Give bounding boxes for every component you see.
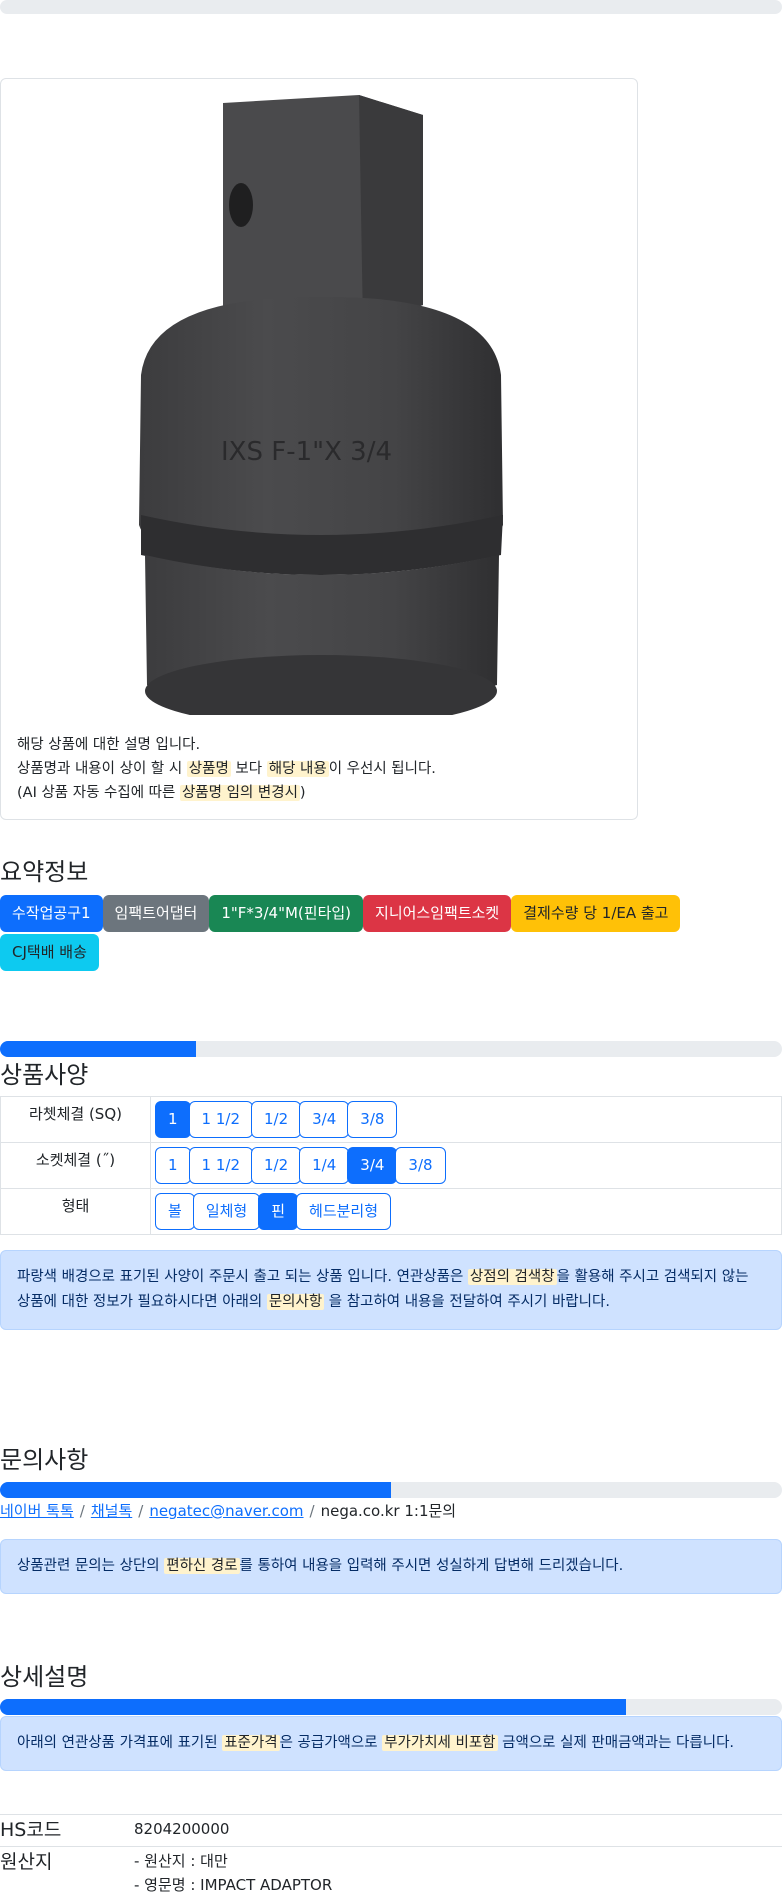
hs-code-value: 8204200000 <box>134 1820 230 1838</box>
spec-option-button[interactable]: 일체형 <box>192 1193 261 1230</box>
highlight-product-name: 상품명 <box>186 761 231 777</box>
detail-note: 아래의 연관상품 가격표에 표기된 표준가격 은 공급가액으로 부가가치세 비포함… <box>0 1716 782 1771</box>
detail-progress <box>0 1699 782 1715</box>
inquiry-progress <box>0 1482 782 1498</box>
product-card: IXS F-1"X 3/4 해당 상품에 대한 설명 입니다. 상품명과 내용이… <box>0 78 638 820</box>
spec-option-button[interactable]: 3/4 <box>347 1147 398 1184</box>
top-progress-bar <box>0 0 782 14</box>
spec-title: 상품사양 <box>0 1061 89 1089</box>
spec-row: 소켓체결 (˝) 11 1/2 1/2 1/4 3/4 3/8 <box>0 1142 782 1189</box>
highlight-inquiry: 문의사항 <box>266 1294 325 1310</box>
desc-line-1: 해당 상품에 대한 설명 입니다. <box>17 737 201 753</box>
spec-progress <box>0 1041 782 1057</box>
spec-option-button[interactable]: 3/8 <box>395 1147 446 1184</box>
spec-option-button[interactable]: 1/4 <box>299 1147 350 1184</box>
site-inquiry-text: nega.co.kr 1:1문의 <box>320 1502 457 1520</box>
spec-option-button[interactable]: 헤드분리형 <box>296 1193 392 1230</box>
spec-table: 라쳇체결 (SQ) 11 1/2 1/2 3/4 3/8 소켓체결 (˝) 11 1/… <box>0 1096 782 1235</box>
desc-line-3: (AI 상품 자동 수집에 따른 상품명 임의 변경시) <box>17 785 306 801</box>
origin-value: - 원산지 : 대만 - 영문명 : IMPACT ADAPTOR <box>134 1852 333 1894</box>
email-link[interactable]: negatec@naver.com <box>149 1502 303 1520</box>
highlight-vat: 부가가치세 비포함 <box>382 1735 498 1751</box>
badge-brand: 지니어스임팩트소켓 <box>363 895 512 932</box>
spec-option-button[interactable]: 1 <box>155 1147 191 1184</box>
summary-badges: 수작업공구1 임팩트어댑터 1"F*3/4"M(핀타입) 지니어스임팩트소켓 결제수량 … <box>0 895 720 973</box>
highlight-standard-price: 표준가격 <box>222 1735 280 1751</box>
spec-option-button[interactable]: 1/2 <box>251 1147 302 1184</box>
naver-talk-link[interactable]: 네이버 톡톡 <box>0 1502 74 1520</box>
spec-option-button[interactable]: 3/8 <box>347 1101 398 1138</box>
spec-option-button[interactable]: 1/2 <box>251 1101 302 1138</box>
spec-option-button[interactable]: 볼 <box>155 1193 195 1230</box>
badge-shipping: CJ택배 배송 <box>0 934 99 971</box>
spec-options: 볼 일체형 핀 헤드분리형 <box>150 1188 782 1235</box>
spec-note: 파랑색 배경으로 표기된 사양이 주문시 출고 되는 상품 입니다. 연관상품은… <box>0 1250 782 1330</box>
inquiry-note: 상품관련 문의는 상단의 편하신 경로 를 통하여 내용을 입력해 주시면 성실하… <box>0 1539 782 1594</box>
svg-text:IXS F-1"X 3/4: IXS F-1"X 3/4 <box>221 437 392 467</box>
summary-title: 요약정보 <box>0 858 89 886</box>
highlight-name-change: 상품명 임의 변경시 <box>179 785 300 801</box>
hs-code-row: HS코드 8204200000 <box>0 1814 782 1847</box>
spec-options: 11 1/2 1/2 1/4 3/4 3/8 <box>150 1142 782 1189</box>
detail-title: 상세설명 <box>0 1663 89 1691</box>
highlight-route: 편하신 경로 <box>164 1558 240 1574</box>
badge-quantity: 결제수량 당 1/EA 출고 <box>511 895 681 932</box>
product-description: 해당 상품에 대한 설명 입니다. 상품명과 내용이 상이 할 시 상품명 보다… <box>17 733 436 805</box>
badge-size: 1"F*3/4"M(핀타입) <box>209 895 364 932</box>
desc-line-2: 상품명과 내용이 상이 할 시 상품명 보다 해당 내용 이 우선시 됩니다. <box>17 761 436 777</box>
badge-type: 임팩트어댑터 <box>102 895 210 932</box>
product-image: IXS F-1"X 3/4 <box>139 95 503 715</box>
spec-option-button[interactable]: 1 1/2 <box>188 1101 253 1138</box>
highlight-search: 상점의 검색창 <box>467 1269 557 1285</box>
spec-label: 형태 <box>0 1188 151 1235</box>
spec-option-button[interactable]: 1 <box>155 1101 191 1138</box>
hs-code-label: HS코드 <box>0 1819 62 1841</box>
origin-row: 원산지 - 원산지 : 대만 - 영문명 : IMPACT ADAPTOR <box>0 1846 782 1898</box>
spec-option-button[interactable]: 핀 <box>258 1193 299 1230</box>
spec-options: 11 1/2 1/2 3/4 3/8 <box>150 1096 782 1143</box>
badge-category: 수작업공구1 <box>0 895 103 932</box>
channel-talk-link[interactable]: 채널톡 <box>91 1502 132 1520</box>
spec-row: 형태 볼 일체형 핀 헤드분리형 <box>0 1188 782 1235</box>
spec-label: 소켓체결 (˝) <box>0 1142 151 1189</box>
inquiry-progress-fill <box>0 1482 391 1498</box>
highlight-content: 해당 내용 <box>266 761 329 777</box>
spec-row: 라쳇체결 (SQ) 11 1/2 1/2 3/4 3/8 <box>0 1096 782 1143</box>
spec-option-button[interactable]: 3/4 <box>299 1101 350 1138</box>
spec-label: 라쳇체결 (SQ) <box>0 1096 151 1143</box>
inquiry-title: 문의사항 <box>0 1446 89 1474</box>
origin-label: 원산지 <box>0 1851 53 1873</box>
inquiry-links: 네이버 톡톡 / 채널톡 / negatec@naver.com / nega.co.kr … <box>0 1502 457 1520</box>
detail-progress-fill <box>0 1699 626 1715</box>
spec-option-button[interactable]: 1 1/2 <box>188 1147 253 1184</box>
